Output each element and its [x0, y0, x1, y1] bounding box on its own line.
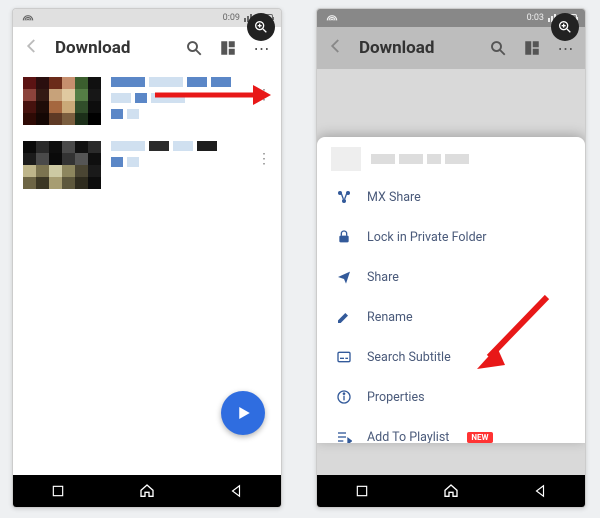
hotspot-icon — [21, 13, 35, 23]
thumbnail — [23, 141, 101, 189]
menu-label: Properties — [367, 390, 425, 405]
back-icon[interactable] — [23, 37, 41, 59]
menu-label: MX Share — [367, 190, 421, 205]
view-mode-icon[interactable] — [219, 39, 237, 57]
menu-add-playlist[interactable]: Add To Playlist NEW — [317, 417, 585, 443]
nav-home-icon[interactable] — [138, 482, 156, 500]
app-toolbar: Download ⋯ — [317, 27, 585, 69]
annotation-arrow — [153, 83, 273, 107]
zoom-icon[interactable] — [551, 13, 579, 41]
zoom-icon[interactable] — [247, 13, 275, 41]
info-icon — [335, 388, 353, 406]
nav-bar — [13, 475, 281, 507]
list-item[interactable]: ⋮ — [13, 133, 281, 197]
status-time: 0:03 — [527, 13, 544, 23]
menu-label: Search Subtitle — [367, 350, 451, 365]
app-toolbar: Download ⋯ — [13, 27, 281, 69]
item-meta — [111, 141, 217, 167]
new-badge: NEW — [467, 432, 492, 443]
thumbnail — [23, 77, 101, 125]
nav-bar — [317, 475, 585, 507]
menu-lock[interactable]: Lock in Private Folder — [317, 217, 585, 257]
subtitle-icon — [335, 348, 353, 366]
menu-label: Lock in Private Folder — [367, 230, 487, 245]
status-time: 0:09 — [223, 13, 240, 23]
share-icon — [335, 268, 353, 286]
menu-label: Add To Playlist — [367, 430, 449, 444]
hotspot-icon — [325, 13, 339, 23]
status-bar: 0:09 — [13, 9, 281, 27]
lock-icon — [335, 228, 353, 246]
sheet-header — [317, 137, 585, 177]
context-menu-sheet: MX Share Lock in Private Folder Share Re… — [317, 137, 585, 443]
status-bar: 0:03 — [317, 9, 585, 27]
search-icon[interactable] — [489, 39, 507, 57]
search-icon[interactable] — [185, 39, 203, 57]
page-title: Download — [359, 38, 489, 58]
annotation-arrow — [467, 287, 557, 377]
back-icon[interactable] — [327, 37, 345, 59]
nav-back-icon[interactable] — [531, 482, 549, 500]
phone-left: 0:09 Download ⋯ — [12, 8, 282, 508]
more-icon[interactable]: ⋯ — [253, 39, 271, 57]
nav-recent-icon[interactable] — [49, 482, 67, 500]
pencil-icon — [335, 308, 353, 326]
menu-mx-share[interactable]: MX Share — [317, 177, 585, 217]
phone-right: 0:03 Download ⋯ — [316, 8, 586, 508]
more-icon[interactable]: ⋯ — [557, 39, 575, 57]
content: MX Share Lock in Private Folder Share Re… — [317, 69, 585, 475]
item-more-icon[interactable]: ⋮ — [257, 151, 271, 167]
menu-label: Rename — [367, 310, 413, 325]
mx-share-icon — [335, 188, 353, 206]
menu-label: Share — [367, 270, 399, 285]
page-title: Download — [55, 38, 185, 58]
nav-home-icon[interactable] — [442, 482, 460, 500]
playlist-icon — [335, 428, 353, 443]
play-fab[interactable] — [221, 391, 265, 435]
menu-properties[interactable]: Properties — [317, 377, 585, 417]
sheet-thumbnail — [331, 147, 361, 171]
nav-recent-icon[interactable] — [353, 482, 371, 500]
video-list: ⋮ ⋮ — [13, 69, 281, 475]
nav-back-icon[interactable] — [227, 482, 245, 500]
view-mode-icon[interactable] — [523, 39, 541, 57]
